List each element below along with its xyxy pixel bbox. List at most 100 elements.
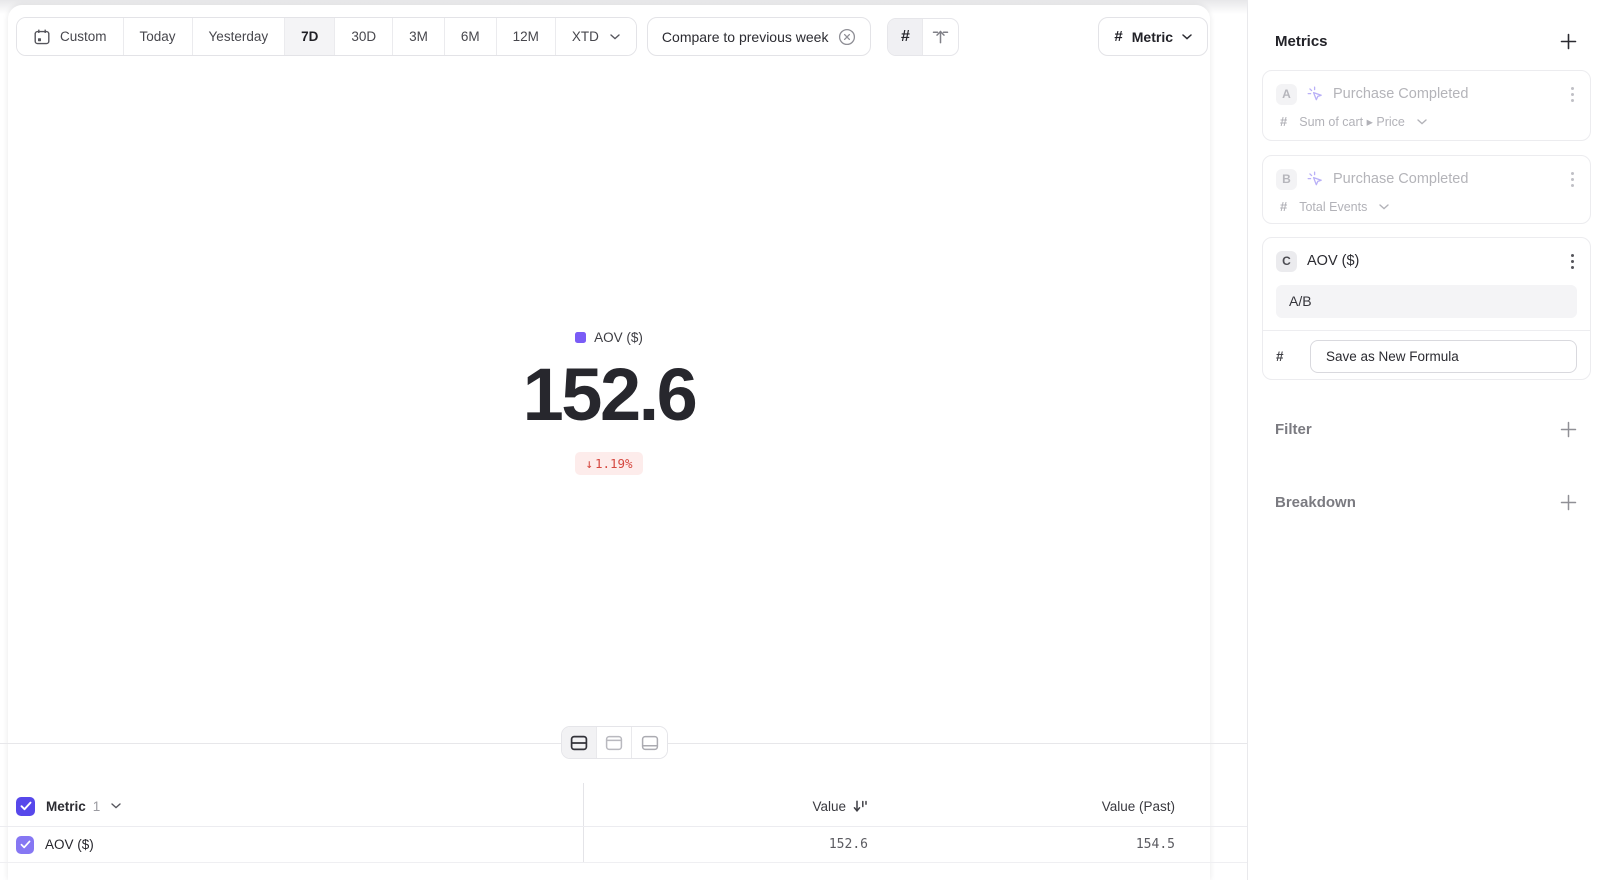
kpi-delta-badge: ↓ 1.19% — [575, 452, 642, 475]
add-metric-button[interactable] — [1557, 30, 1580, 53]
metric-count: 1 — [93, 799, 101, 814]
circled-x-icon[interactable] — [838, 28, 856, 46]
breakdown-title: Breakdown — [1275, 494, 1356, 511]
legend-label: AOV ($) — [594, 330, 643, 345]
kpi-delta-value: 1.19% — [595, 456, 633, 471]
hash-icon: # — [1280, 114, 1287, 129]
range-xtd-button[interactable]: XTD — [556, 18, 636, 55]
measure-label: Sum of cart ▸ Price — [1299, 114, 1405, 129]
lift-arrow-icon — [932, 29, 949, 45]
range-label: Today — [140, 29, 176, 44]
chart-toolbar: Custom Today Yesterday 7D 30D — [16, 17, 1208, 56]
insights-report-view: Custom Today Yesterday 7D 30D — [0, 0, 1600, 880]
row-value-past: 154.5 — [880, 837, 1187, 852]
compare-chip[interactable]: Compare to previous week — [647, 17, 872, 56]
range-yesterday-button[interactable]: Yesterday — [193, 18, 286, 55]
metric-button-label: Metric — [1132, 29, 1173, 45]
range-label: Custom — [60, 29, 107, 44]
range-label: 6M — [461, 29, 480, 44]
query-builder-sidebar: Metrics A Purchase Completed # Su — [1247, 0, 1600, 880]
kpi-value: 152.6 — [8, 356, 1210, 434]
kebab-menu-icon[interactable] — [1567, 83, 1578, 105]
sort-descending-icon — [853, 800, 868, 813]
measure-dropdown[interactable]: # Total Events — [1263, 190, 1590, 226]
metric-event-name[interactable]: Purchase Completed — [1333, 171, 1468, 187]
main-panel: Custom Today Yesterday 7D 30D — [0, 0, 1247, 880]
filter-section-header: Filter — [1275, 418, 1580, 441]
row-value: 152.6 — [583, 837, 880, 852]
metric-letter-badge: B — [1276, 169, 1297, 190]
metric-header-label: Metric — [46, 799, 86, 814]
metric-card-a: A Purchase Completed # Sum of cart ▸ Pri… — [1262, 70, 1591, 141]
add-filter-button[interactable] — [1557, 418, 1580, 441]
metric-header-cell[interactable]: Metric 1 — [0, 797, 583, 816]
table-row: AOV ($) 152.6 154.5 — [0, 827, 1247, 863]
metric-event-name[interactable]: Purchase Completed — [1333, 86, 1468, 102]
range-today-button[interactable]: Today — [124, 18, 193, 55]
layout-top-icon[interactable] — [597, 727, 632, 758]
format-lift-toggle[interactable] — [923, 19, 958, 55]
range-7d-button[interactable]: 7D — [285, 18, 335, 55]
range-12m-button[interactable]: 12M — [497, 18, 556, 55]
kebab-menu-icon[interactable] — [1567, 250, 1578, 272]
legend-swatch — [575, 332, 586, 343]
range-label: 3M — [409, 29, 428, 44]
metric-card-c: C AOV ($) A/B # Save as New Formula — [1262, 237, 1591, 380]
chart-legend: AOV ($) — [575, 330, 643, 345]
range-label: 7D — [301, 29, 318, 44]
event-spark-icon — [1307, 86, 1323, 102]
chevron-down-icon[interactable] — [111, 803, 121, 809]
hash-icon: # — [1114, 28, 1122, 45]
value-column-header[interactable]: Value — [583, 799, 880, 814]
add-breakdown-button[interactable] — [1557, 491, 1580, 514]
table-header-row: Metric 1 Value Value (Past) — [0, 786, 1247, 827]
metric-letter-badge: C — [1276, 251, 1297, 272]
chevron-down-icon — [1379, 204, 1389, 210]
row-checkbox[interactable] — [16, 836, 34, 854]
formula-metric-name[interactable]: AOV ($) — [1307, 253, 1359, 269]
row-metric-name: AOV ($) — [45, 837, 94, 852]
range-3m-button[interactable]: 3M — [393, 18, 445, 55]
checkmark-icon — [20, 801, 32, 811]
plus-icon — [1559, 420, 1578, 439]
metrics-title: Metrics — [1275, 33, 1328, 50]
chevron-down-icon — [1417, 119, 1427, 125]
results-table: Metric 1 Value Value (Past) — [0, 786, 1247, 863]
metrics-section-header: Metrics — [1275, 30, 1580, 53]
compare-chip-label: Compare to previous week — [662, 29, 829, 45]
layout-bottom-icon[interactable] — [632, 727, 667, 758]
measure-dropdown[interactable]: # Sum of cart ▸ Price — [1263, 105, 1590, 141]
chevron-down-icon — [610, 34, 620, 40]
measure-label: Total Events — [1299, 200, 1367, 214]
table-layout-toggle — [561, 726, 668, 759]
hash-icon: # — [901, 28, 910, 46]
filter-title: Filter — [1275, 421, 1312, 438]
range-6m-button[interactable]: 6M — [445, 18, 497, 55]
breakdown-section-header: Breakdown — [1275, 491, 1580, 514]
range-label: Yesterday — [209, 29, 269, 44]
metric-type-button[interactable]: # Metric — [1098, 17, 1208, 56]
chevron-down-icon — [1182, 34, 1192, 40]
arrow-down-icon: ↓ — [585, 456, 593, 471]
layout-split-icon[interactable] — [562, 727, 597, 758]
hash-icon: # — [1276, 349, 1310, 364]
value-format-toggle: # — [887, 18, 959, 56]
date-range-group: Custom Today Yesterday 7D 30D — [16, 17, 637, 56]
range-custom-button[interactable]: Custom — [17, 18, 124, 55]
hash-icon: # — [1280, 199, 1287, 214]
value-past-column-header: Value (Past) — [880, 799, 1187, 814]
kebab-menu-icon[interactable] — [1567, 168, 1578, 190]
save-as-new-formula-button[interactable]: Save as New Formula — [1310, 340, 1577, 373]
metric-card-b: B Purchase Completed # Total Events — [1262, 155, 1591, 224]
plus-icon — [1559, 493, 1578, 512]
format-absolute-toggle[interactable]: # — [888, 19, 923, 55]
select-all-checkbox[interactable] — [16, 797, 35, 816]
checkmark-icon — [20, 840, 31, 849]
range-label: 12M — [513, 29, 539, 44]
calendar-icon — [33, 28, 51, 46]
plus-icon — [1559, 32, 1578, 51]
metric-letter-badge: A — [1276, 84, 1297, 105]
formula-input[interactable]: A/B — [1276, 285, 1577, 318]
range-30d-button[interactable]: 30D — [335, 18, 393, 55]
range-label: 30D — [351, 29, 376, 44]
